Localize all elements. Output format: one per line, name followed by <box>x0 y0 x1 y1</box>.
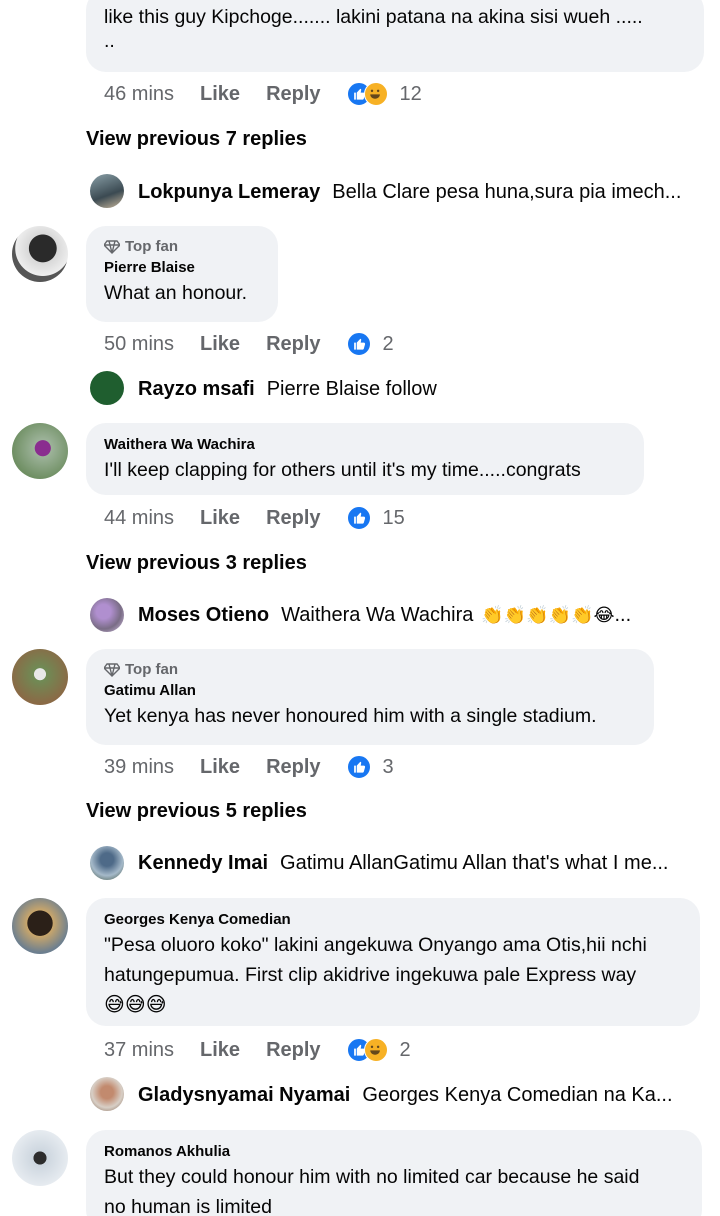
reactions[interactable] <box>346 506 371 530</box>
comment-author[interactable]: Gatimu Allan <box>104 681 636 701</box>
reply-button[interactable]: Reply <box>266 1039 320 1062</box>
comment-author[interactable]: Georges Kenya Comedian <box>104 910 682 930</box>
comment-text-cont: .. <box>104 30 115 52</box>
avatar[interactable] <box>12 898 68 954</box>
reply-author: Kennedy Imai <box>138 852 269 874</box>
timestamp: 44 mins <box>104 506 175 529</box>
avatar[interactable] <box>90 371 124 405</box>
comment-text-line: But they could honour him with no limite… <box>104 1166 640 1188</box>
view-previous-replies[interactable]: View previous 3 replies <box>86 552 307 575</box>
reply-text: Gatimu AllanGatimu Allan that's what I m… <box>280 852 669 874</box>
reaction-count: 2 <box>399 1038 411 1061</box>
reply-author: Lokpunya Lemeray <box>138 181 321 203</box>
comment-text: like this guy Kipchoge....... lakini pat… <box>104 6 643 28</box>
comment-text-line: hatungepumua. First clip akidrive ingeku… <box>104 964 637 986</box>
reactions[interactable] <box>346 755 371 779</box>
reply-author: Rayzo msafi <box>138 378 255 400</box>
comment-bubble: Georges Kenya Comedian "Pesa oluoro koko… <box>86 898 700 1026</box>
reactions[interactable] <box>346 82 388 106</box>
comment-meta: 46 mins Like Reply 12 <box>104 82 422 106</box>
reply-preview[interactable]: Kennedy Imai Gatimu AllanGatimu Allan th… <box>138 852 668 875</box>
comment-meta: 37 mins Like Reply 2 <box>104 1038 411 1062</box>
avatar[interactable] <box>12 1130 68 1186</box>
comment-bubble: like this guy Kipchoge....... lakini pat… <box>86 0 704 72</box>
diamond-icon <box>104 663 120 677</box>
view-previous-replies[interactable]: View previous 5 replies <box>86 800 307 823</box>
avatar[interactable] <box>90 598 124 632</box>
comment-bubble: Top fan Pierre Blaise What an honour. <box>86 226 278 322</box>
reply-text: Waithera Wa Wachira <box>281 604 474 626</box>
reply-preview[interactable]: Gladysnyamai Nyamai Georges Kenya Comedi… <box>138 1084 673 1107</box>
reply-author: Moses Otieno <box>138 604 270 626</box>
like-reaction-icon <box>346 755 371 779</box>
comment-text: I'll keep clapping for others until it's… <box>104 459 581 481</box>
reaction-count: 2 <box>382 332 394 355</box>
badge-label: Top fan <box>125 661 179 678</box>
timestamp: 46 mins <box>104 82 175 105</box>
like-reaction-icon <box>346 332 371 356</box>
reply-text: Pierre Blaise follow <box>266 378 437 400</box>
reactions[interactable] <box>346 1038 388 1062</box>
comment-text-line: no human is limited <box>104 1196 272 1216</box>
timestamp: 39 mins <box>104 755 175 778</box>
comment-text: What an honour. <box>104 282 248 304</box>
laugh-emoji-row: 😅😅😅 <box>104 994 167 1016</box>
like-button[interactable]: Like <box>200 756 240 779</box>
reply-button[interactable]: Reply <box>266 756 320 779</box>
reply-button[interactable]: Reply <box>266 507 320 530</box>
reactions[interactable] <box>346 332 371 356</box>
avatar[interactable] <box>12 649 68 705</box>
timestamp: 37 mins <box>104 1038 175 1061</box>
diamond-icon <box>104 240 120 254</box>
badge-label: Top fan <box>125 238 179 255</box>
like-button[interactable]: Like <box>200 507 240 530</box>
reaction-count: 12 <box>399 82 422 105</box>
ellipsis: ... <box>614 604 632 626</box>
like-button[interactable]: Like <box>200 333 240 356</box>
like-button[interactable]: Like <box>200 83 240 106</box>
comment-bubble: Waithera Wa Wachira I'll keep clapping f… <box>86 423 644 495</box>
comment-meta: 39 mins Like Reply 3 <box>104 755 394 779</box>
comment-author[interactable]: Romanos Akhulia <box>104 1142 684 1162</box>
reply-preview[interactable]: Rayzo msafi Pierre Blaise follow <box>138 378 437 401</box>
comment-text: Yet kenya has never honoured him with a … <box>104 705 597 727</box>
timestamp: 50 mins <box>104 332 175 355</box>
haha-reaction-icon <box>363 1038 388 1062</box>
comment-bubble: Top fan Gatimu Allan Yet kenya has never… <box>86 649 654 745</box>
reply-preview[interactable]: Lokpunya Lemeray Bella Clare pesa huna,s… <box>138 181 681 204</box>
avatar[interactable] <box>90 174 124 208</box>
comment-text-line: "Pesa oluoro koko" lakini angekuwa Onyan… <box>104 934 647 956</box>
reaction-count: 3 <box>382 755 394 778</box>
reply-text: Bella Clare pesa huna,sura pia imech... <box>332 181 682 203</box>
reply-preview[interactable]: Moses Otieno Waithera Wa Wachira 👏👏👏👏👏😂 … <box>138 604 631 627</box>
comment-author[interactable]: Waithera Wa Wachira <box>104 435 626 455</box>
reply-author: Gladysnyamai Nyamai <box>138 1084 351 1106</box>
haha-reaction-icon <box>363 82 388 106</box>
avatar[interactable] <box>12 226 68 282</box>
avatar[interactable] <box>90 846 124 880</box>
like-reaction-icon <box>346 506 371 530</box>
avatar[interactable] <box>12 423 68 479</box>
reaction-count: 15 <box>382 506 405 529</box>
comment-bubble: Romanos Akhulia But they could honour hi… <box>86 1130 702 1216</box>
avatar[interactable] <box>90 1077 124 1111</box>
clap-emoji-row: 👏👏👏👏👏😂 <box>481 605 615 625</box>
reply-button[interactable]: Reply <box>266 333 320 356</box>
comment-meta: 44 mins Like Reply 15 <box>104 506 405 530</box>
reply-text: Georges Kenya Comedian na Ka... <box>362 1084 673 1106</box>
top-fan-badge: Top fan <box>104 236 260 258</box>
comment-author[interactable]: Pierre Blaise <box>104 258 260 278</box>
like-button[interactable]: Like <box>200 1039 240 1062</box>
comment-meta: 50 mins Like Reply 2 <box>104 332 394 356</box>
top-fan-badge: Top fan <box>104 659 636 681</box>
view-previous-replies[interactable]: View previous 7 replies <box>86 128 307 151</box>
reply-button[interactable]: Reply <box>266 83 320 106</box>
